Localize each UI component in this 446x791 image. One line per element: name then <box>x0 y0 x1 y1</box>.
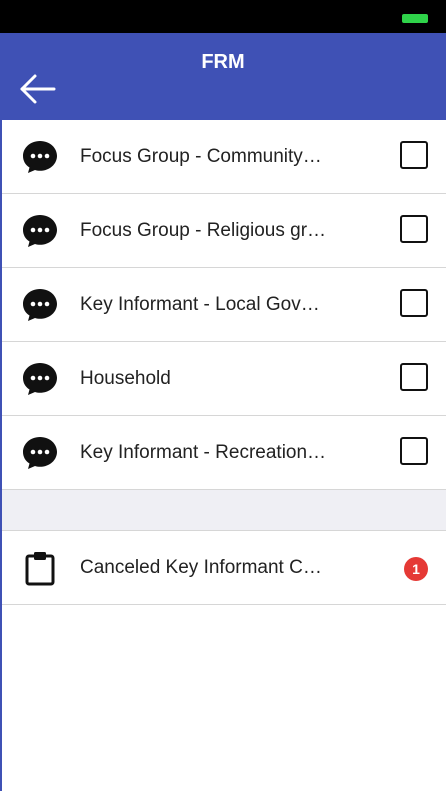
clipboard-icon <box>25 552 55 586</box>
app-bar: FRM <box>0 33 446 120</box>
checkbox[interactable] <box>400 363 428 391</box>
chat-bubble-icon <box>23 437 57 469</box>
list-item[interactable]: Focus Group - Community… <box>2 120 446 194</box>
battery-icon <box>402 14 428 23</box>
notification-badge: 1 <box>404 557 428 581</box>
section-divider <box>2 490 446 531</box>
canceled-list-item[interactable]: Canceled Key Informant C… 1 <box>2 531 446 605</box>
checkbox[interactable] <box>400 141 428 169</box>
list-item-label: Focus Group - Religious gr… <box>80 220 327 241</box>
arrow-left-icon <box>20 74 56 104</box>
list-item-label: Household <box>80 368 171 389</box>
checkbox[interactable] <box>400 289 428 317</box>
chat-bubble-icon <box>23 289 57 321</box>
survey-list: Focus Group - Community… Focus Group - R… <box>2 120 446 605</box>
page-title: FRM <box>201 51 245 73</box>
status-bar <box>0 0 446 33</box>
list-item[interactable]: Key Informant - Recreation… <box>2 416 446 490</box>
list-item[interactable]: Household <box>2 342 446 416</box>
checkbox[interactable] <box>400 215 428 243</box>
checkbox[interactable] <box>400 437 428 465</box>
list-item-label: Key Informant - Recreation… <box>80 442 327 463</box>
chat-bubble-icon <box>23 141 57 173</box>
list-item[interactable]: Key Informant - Local Gov… <box>2 268 446 342</box>
list-item-label: Canceled Key Informant C… <box>80 557 322 578</box>
chat-bubble-icon <box>23 215 57 247</box>
list-item[interactable]: Focus Group - Religious gr… <box>2 194 446 268</box>
list-item-label: Key Informant - Local Gov… <box>80 294 320 315</box>
chat-bubble-icon <box>23 363 57 395</box>
list-item-label: Focus Group - Community… <box>80 146 322 167</box>
back-button[interactable] <box>18 71 58 107</box>
